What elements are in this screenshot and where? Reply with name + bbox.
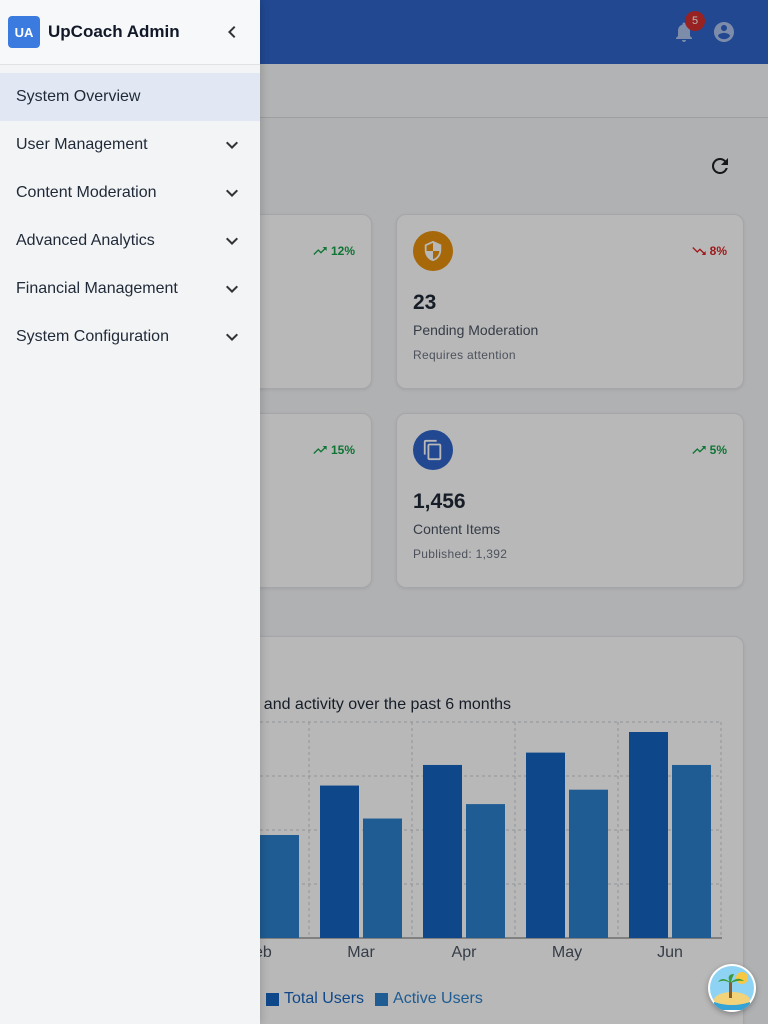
chevron-down-icon [226,189,238,197]
sidebar-item-content-moderation[interactable]: Content Moderation [0,169,260,217]
chevron-down-icon [226,333,238,341]
island-icon [710,966,754,1010]
app-logo: UA [8,16,40,48]
sidebar-item-label: System Configuration [16,328,169,345]
sidebar-item-label: Advanced Analytics [16,232,155,249]
sidebar-item-system-overview[interactable]: System Overview [0,73,260,121]
sidebar-item-financial-management[interactable]: Financial Management [0,265,260,313]
sidebar-item-advanced-analytics[interactable]: Advanced Analytics [0,217,260,265]
drawer-header: UA UpCoach Admin [0,0,260,65]
sidebar-item-label: Content Moderation [16,184,157,201]
chevron-down-icon [226,141,238,149]
chevron-left-icon[interactable] [220,20,244,44]
sidebar-item-label: Financial Management [16,280,178,297]
chevron-down-icon [226,237,238,245]
sidebar-item-label: System Overview [16,88,141,105]
sidebar-item-user-management[interactable]: User Management [0,121,260,169]
sidebar-item-system-configuration[interactable]: System Configuration [0,313,260,361]
sidebar-item-label: User Management [16,136,148,153]
app-title: UpCoach Admin [48,22,180,41]
navigation-drawer: UA UpCoach Admin System Overview User Ma… [0,0,260,1024]
assistant-fab[interactable] [708,964,756,1012]
chevron-down-icon [226,285,238,293]
sidebar-nav: System Overview User Management Content … [0,73,260,361]
